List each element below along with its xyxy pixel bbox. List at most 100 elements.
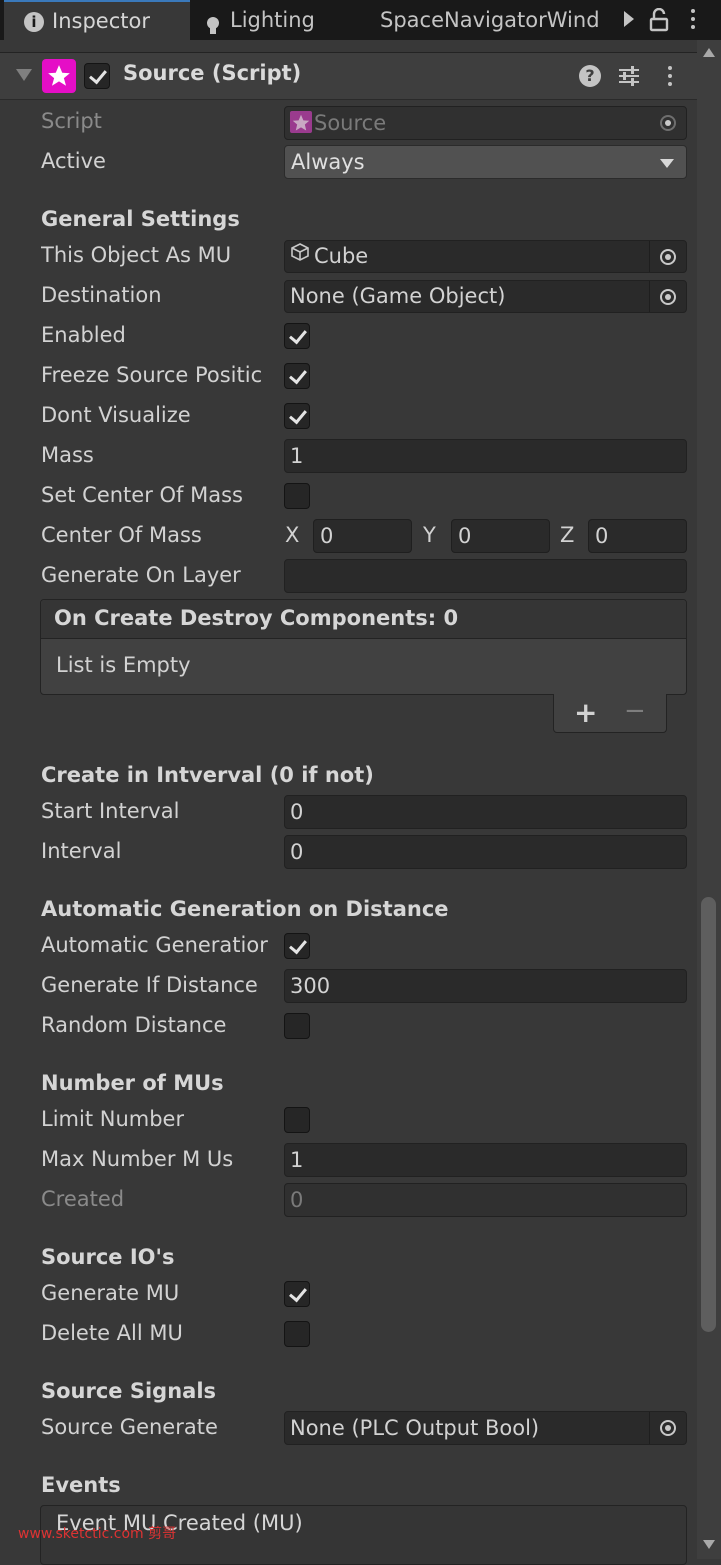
scroll-up-icon[interactable] (703, 48, 715, 57)
component-menu-icon[interactable] (667, 66, 673, 86)
interval-input[interactable]: 0 (284, 835, 687, 869)
this-object-picker[interactable] (649, 241, 686, 272)
interval-header: Create in Intverval (0 if not) (41, 763, 374, 787)
destination-picker[interactable] (649, 281, 686, 312)
source-generate-picker[interactable] (649, 1412, 686, 1444)
component-title: Source (Script) (123, 61, 302, 85)
auto-generation-header: Automatic Generation on Distance (41, 897, 449, 921)
mass-label: Mass (41, 443, 94, 467)
created-label: Created (41, 1187, 125, 1211)
com-z-label: Z (560, 523, 575, 547)
presets-icon[interactable] (617, 65, 641, 87)
max-number-input[interactable]: 1 (284, 1143, 687, 1177)
object-picker-icon (660, 288, 676, 305)
center-of-mass-label: Center Of Mass (41, 523, 202, 547)
mass-input[interactable]: 1 (284, 439, 687, 473)
automatic-generation-label: Automatic Generatior (41, 933, 268, 957)
random-distance-label: Random Distance (41, 1013, 227, 1037)
this-object-field[interactable]: Cube (284, 240, 687, 273)
cube-icon (290, 241, 310, 270)
com-x-input[interactable]: 0 (313, 519, 412, 553)
watermark: www.sketctic.com 剪哥 (18, 1526, 177, 1542)
destination-field[interactable]: None (Game Object) (284, 280, 687, 313)
list-header[interactable]: On Create Destroy Components: 0 (41, 600, 686, 639)
active-label: Active (41, 149, 106, 173)
script-picker (650, 107, 686, 139)
start-interval-label: Start Interval (41, 799, 180, 823)
source-signals-header: Source Signals (41, 1379, 217, 1403)
script-label: Script (41, 109, 102, 133)
generate-on-layer-label: Generate On Layer (41, 563, 241, 587)
com-y-input[interactable]: 0 (451, 519, 550, 553)
scrollbar-thumb[interactable] (701, 897, 716, 1332)
max-number-label: Max Number M Us (41, 1147, 234, 1171)
delete-all-mu-checkbox[interactable] (284, 1321, 310, 1347)
object-picker-icon (660, 115, 676, 131)
set-center-of-mass-label: Set Center Of Mass (41, 483, 243, 507)
window-tab-bar: i Inspector Lighting SpaceNavigatorWind (0, 0, 721, 40)
generate-if-distance-input[interactable]: 300 (284, 969, 687, 1003)
events-header: Events (41, 1473, 121, 1497)
this-object-label: This Object As MU (41, 243, 232, 267)
tab-overflow-arrow-icon[interactable] (624, 11, 634, 27)
freeze-checkbox[interactable] (284, 363, 310, 389)
com-x-label: X (285, 523, 300, 547)
foldout-arrow-icon[interactable] (16, 69, 32, 81)
tab-space-navigator-label: SpaceNavigatorWind (380, 8, 600, 32)
created-field: 0 (284, 1183, 687, 1217)
this-object-value: Cube (314, 244, 369, 268)
generate-mu-checkbox[interactable] (284, 1281, 310, 1307)
lock-icon[interactable] (649, 8, 669, 32)
remove-element-button[interactable]: − (624, 696, 646, 726)
component-header[interactable]: Source (Script) ? (0, 52, 697, 100)
dont-visualize-checkbox[interactable] (284, 403, 310, 429)
tab-lighting[interactable]: Lighting (206, 0, 366, 40)
limit-number-label: Limit Number (41, 1107, 185, 1131)
add-element-button[interactable]: + (574, 696, 597, 729)
tab-space-navigator[interactable]: SpaceNavigatorWind (380, 0, 614, 40)
interval-label: Interval (41, 839, 122, 863)
source-io-header: Source IO's (41, 1245, 175, 1269)
dont-visualize-label: Dont Visualize (41, 403, 191, 427)
general-settings-header: General Settings (41, 207, 240, 231)
destination-label: Destination (41, 283, 162, 307)
vertical-scrollbar[interactable] (697, 40, 721, 1559)
object-picker-icon (660, 1420, 676, 1436)
script-star-icon (42, 59, 76, 93)
limit-number-checkbox[interactable] (284, 1107, 310, 1133)
list-title: On Create Destroy Components: 0 (54, 606, 459, 630)
automatic-generation-checkbox[interactable] (284, 933, 310, 959)
active-dropdown[interactable]: Always (284, 145, 687, 179)
object-picker-icon (660, 248, 676, 265)
generate-mu-label: Generate MU (41, 1281, 180, 1305)
source-generate-value: None (PLC Output Bool) (290, 1416, 540, 1440)
enabled-label: Enabled (41, 323, 126, 347)
list-empty-text: List is Empty (56, 653, 191, 677)
window-menu-icon[interactable] (690, 9, 696, 29)
tab-lighting-label: Lighting (230, 8, 315, 32)
delete-all-mu-label: Delete All MU (41, 1321, 183, 1345)
active-value: Always (291, 150, 365, 174)
start-interval-input[interactable]: 0 (284, 795, 687, 829)
com-z-input[interactable]: 0 (588, 519, 687, 553)
info-icon: i (24, 12, 44, 32)
bulb-icon (206, 11, 220, 34)
script-value: Source (314, 111, 387, 135)
enabled-checkbox[interactable] (284, 323, 310, 349)
dropdown-arrow-icon (660, 159, 674, 168)
script-field[interactable]: Source (284, 106, 687, 140)
source-generate-label: Source Generate (41, 1415, 218, 1439)
set-center-of-mass-checkbox[interactable] (284, 483, 310, 509)
source-generate-field[interactable]: None (PLC Output Bool) (284, 1411, 687, 1445)
generate-on-layer-input[interactable] (284, 559, 687, 593)
random-distance-checkbox[interactable] (284, 1013, 310, 1039)
script-file-icon (290, 111, 312, 133)
number-of-mus-header: Number of MUs (41, 1071, 224, 1095)
scroll-down-icon[interactable] (703, 1540, 715, 1549)
list-footer: + − (553, 694, 667, 733)
tab-inspector-label: Inspector (52, 9, 150, 33)
tab-inspector[interactable]: i Inspector (4, 0, 190, 40)
destination-value: None (Game Object) (290, 284, 506, 308)
help-icon[interactable]: ? (579, 65, 601, 87)
component-enabled-checkbox[interactable] (84, 63, 110, 89)
